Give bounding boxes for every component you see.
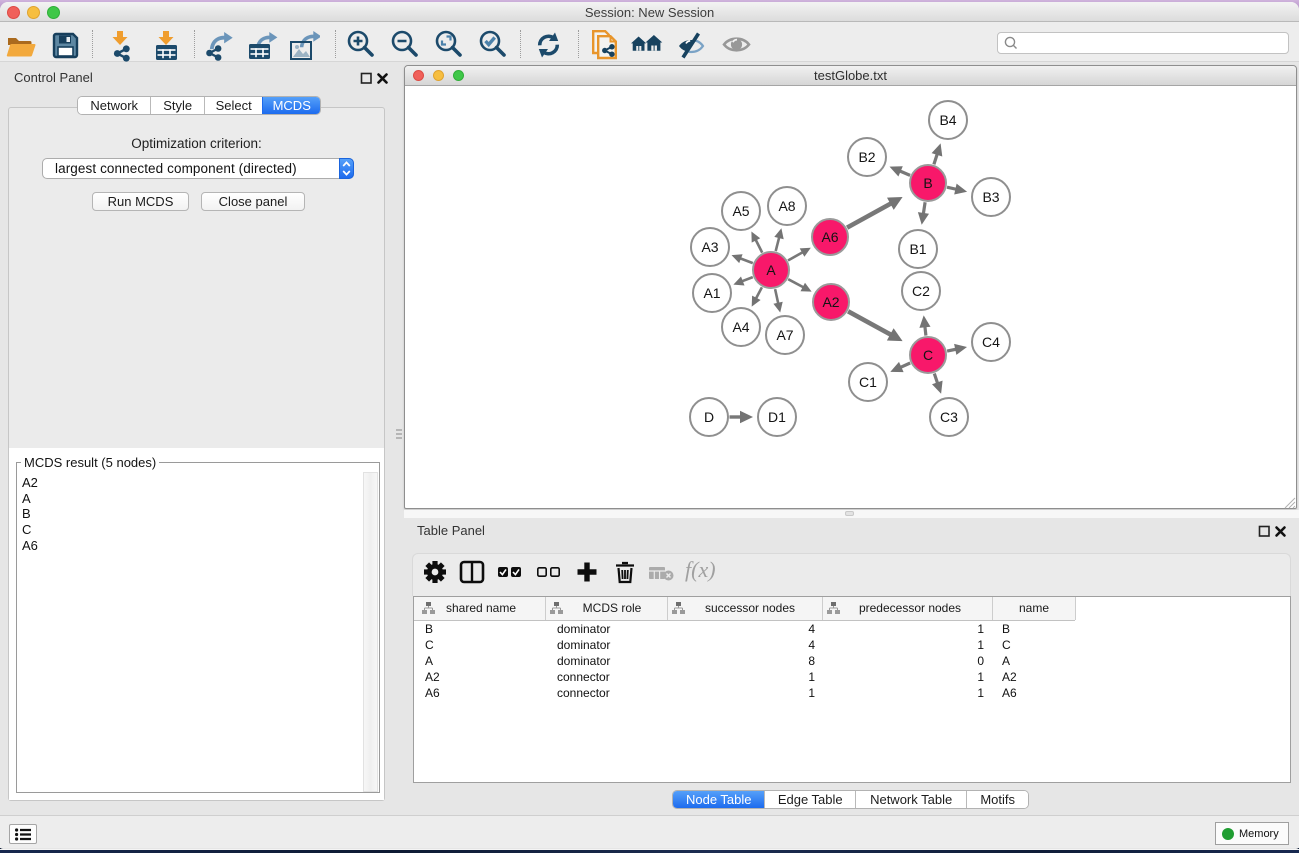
svg-text:A1: A1 (703, 285, 720, 301)
svg-text:C2: C2 (912, 283, 930, 299)
svg-text:A8: A8 (778, 198, 795, 214)
svg-text:B: B (923, 175, 932, 191)
svg-text:B1: B1 (909, 241, 926, 257)
svg-text:C: C (923, 347, 933, 363)
svg-text:A2: A2 (822, 294, 839, 310)
svg-text:A7: A7 (776, 327, 793, 343)
svg-text:D: D (704, 409, 714, 425)
svg-text:A4: A4 (732, 319, 749, 335)
svg-text:C4: C4 (982, 334, 1000, 350)
svg-text:A3: A3 (701, 239, 718, 255)
svg-text:B4: B4 (939, 112, 956, 128)
svg-text:B2: B2 (858, 149, 875, 165)
svg-text:A6: A6 (821, 229, 838, 245)
svg-text:C3: C3 (940, 409, 958, 425)
svg-text:B3: B3 (982, 189, 999, 205)
svg-text:C1: C1 (859, 374, 877, 390)
svg-text:A: A (766, 262, 776, 278)
svg-text:D1: D1 (768, 409, 786, 425)
svg-text:A5: A5 (732, 203, 749, 219)
